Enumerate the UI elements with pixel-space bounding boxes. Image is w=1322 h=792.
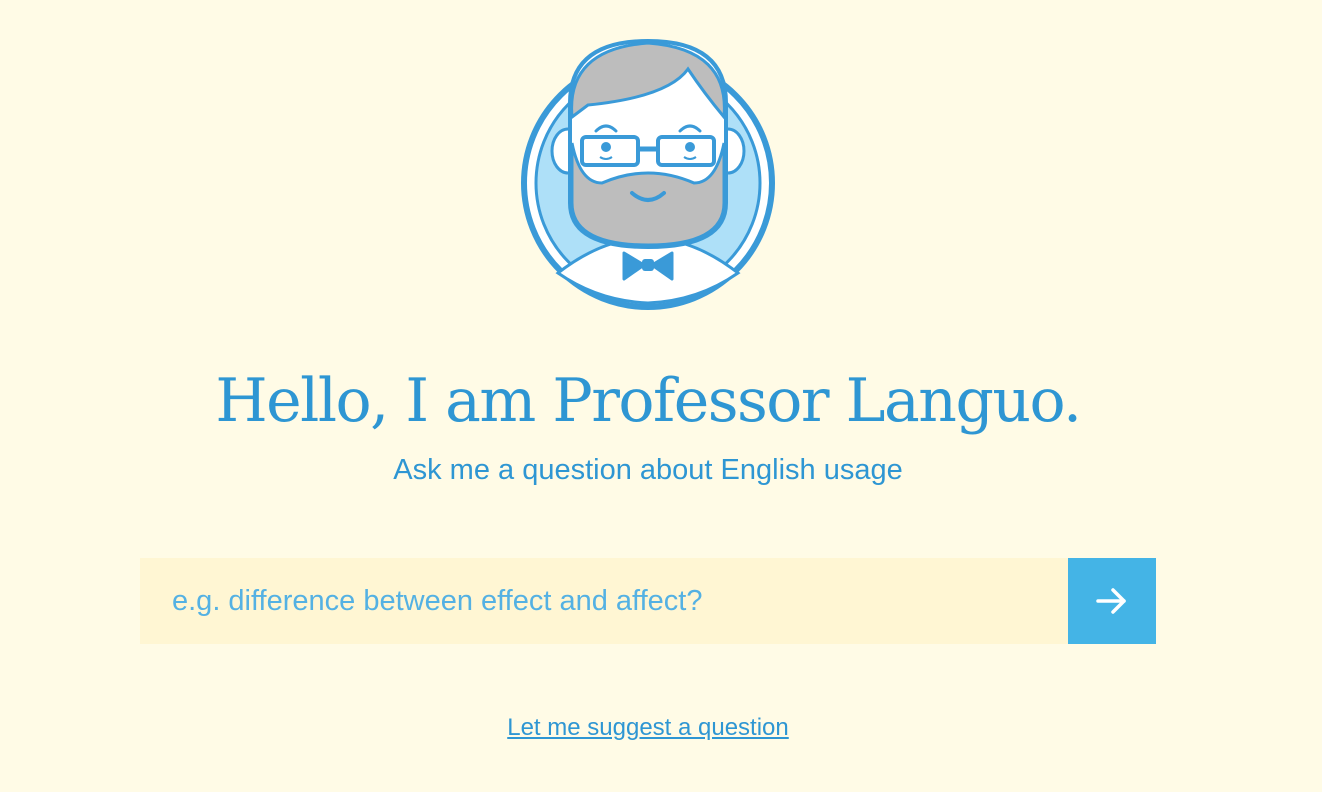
suggest-question-link[interactable]: Let me suggest a question (507, 714, 789, 741)
submit-question-button[interactable] (1068, 558, 1156, 644)
page-subtitle: Ask me a question about English usage (393, 454, 903, 486)
professor-face-icon (521, 38, 775, 310)
arrow-right-icon (1096, 588, 1126, 614)
question-search-bar (140, 558, 1156, 644)
professor-avatar (518, 33, 778, 311)
suggest-question-container: Let me suggest a question (0, 712, 1296, 744)
question-input[interactable] (140, 558, 1068, 644)
page-title: Hello, I am Professor Languo. (215, 366, 1082, 436)
